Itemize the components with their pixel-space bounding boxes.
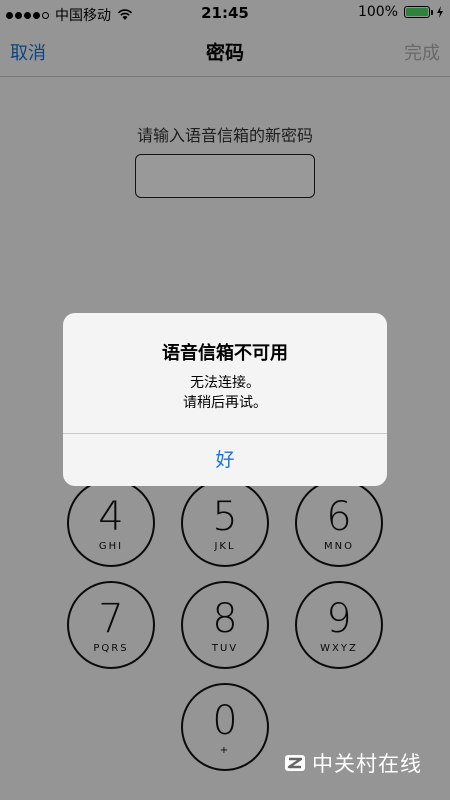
alert-dialog: 语音信箱不可用 无法连接。 请稍后再试。 好 <box>63 313 387 486</box>
alert-message-line-1: 无法连接。 <box>190 375 260 391</box>
watermark: 中关村在线 <box>284 748 422 778</box>
alert-message-line-2: 请稍后再试。 <box>183 395 267 411</box>
watermark-logo-icon <box>285 755 305 771</box>
alert-message: 无法连接。 请稍后再试。 <box>63 373 387 413</box>
alert-title: 语音信箱不可用 <box>162 343 288 364</box>
ok-button[interactable]: 好 <box>63 434 387 486</box>
watermark-text: 中关村在线 <box>312 752 422 776</box>
